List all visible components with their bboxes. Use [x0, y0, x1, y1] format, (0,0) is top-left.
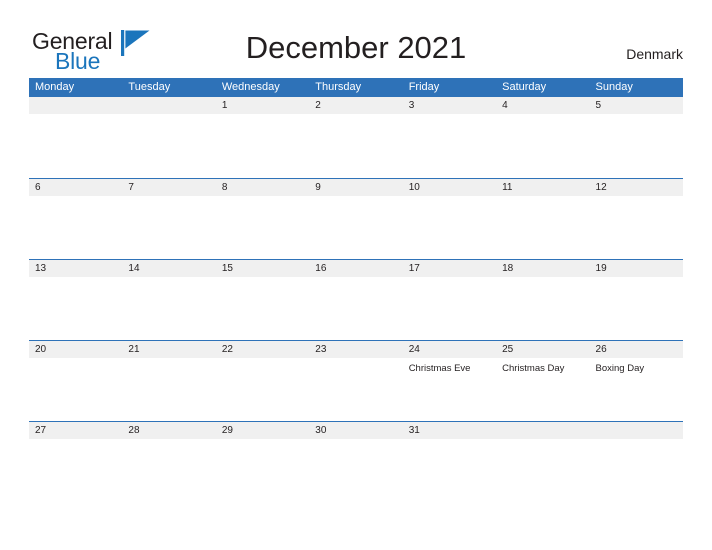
day-number[interactable]: 25	[496, 341, 589, 358]
day-event-text	[29, 196, 122, 259]
day-event-text	[122, 277, 215, 340]
weekday-header-saturday: Saturday	[502, 81, 547, 93]
day-event-christmas-day: Christmas Day	[502, 363, 565, 374]
day-number[interactable]	[496, 422, 589, 439]
calendar-week-row: 27 28 29 30 31	[29, 421, 683, 502]
weekday-header-sunday: Sunday	[595, 81, 633, 93]
day-event-text	[496, 439, 589, 502]
day-number[interactable]: 12	[590, 179, 683, 196]
week-event-strip	[29, 439, 683, 502]
day-number[interactable]: 8	[216, 179, 309, 196]
weekday-header-row: Monday Tuesday Wednesday Thursday Friday…	[29, 78, 683, 97]
day-number[interactable]: 14	[122, 260, 215, 277]
day-event-text	[590, 277, 683, 340]
blue-triangle-flag-icon	[121, 30, 151, 56]
week-event-strip: Christmas Eve Christmas Day Boxing Day	[29, 358, 683, 421]
page-title: December 2021	[245, 30, 467, 65]
day-event-text	[216, 114, 309, 177]
logo-text-blue: Blue	[55, 48, 101, 74]
day-event-text	[403, 196, 496, 259]
day-number[interactable]: 6	[29, 179, 122, 196]
day-event-text	[403, 277, 496, 340]
day-event-text	[216, 358, 309, 421]
week-event-strip	[29, 114, 683, 177]
day-number[interactable]: 16	[309, 260, 402, 277]
day-number[interactable]: 18	[496, 260, 589, 277]
day-number[interactable]: 1	[216, 97, 309, 114]
day-number[interactable]: 11	[496, 179, 589, 196]
day-number[interactable]: 31	[403, 422, 496, 439]
day-number[interactable]: 27	[29, 422, 122, 439]
day-number[interactable]: 30	[309, 422, 402, 439]
day-number[interactable]: 5	[590, 97, 683, 114]
calendar-week-row: 1 2 3 4 5	[29, 97, 683, 178]
day-event-text	[496, 196, 589, 259]
week-day-number-band: 20 21 22 23 24 25 26	[29, 340, 683, 358]
week-day-number-band: 27 28 29 30 31	[29, 421, 683, 439]
day-event-text	[309, 196, 402, 259]
week-event-strip	[29, 277, 683, 340]
day-event-text	[309, 439, 402, 502]
day-number[interactable]: 29	[216, 422, 309, 439]
weekday-header-friday: Friday	[408, 81, 440, 93]
day-event-text	[403, 114, 496, 177]
day-number[interactable]: 2	[309, 97, 402, 114]
day-number[interactable]: 3	[403, 97, 496, 114]
weekday-header-wednesday: Wednesday	[221, 81, 280, 93]
day-event-text	[122, 114, 215, 177]
week-event-strip	[29, 196, 683, 259]
page-header: General Blue December 2021 Denmark	[0, 0, 712, 78]
day-number[interactable]	[590, 422, 683, 439]
day-event-text	[309, 277, 402, 340]
weekday-header-monday: Monday	[35, 81, 75, 93]
day-number[interactable]	[29, 97, 122, 114]
week-day-number-band: 1 2 3 4 5	[29, 97, 683, 114]
day-event-text	[496, 277, 589, 340]
weekday-header-thursday: Thursday	[315, 81, 362, 93]
calendar-week-row: 13 14 15 16 17 18 19	[29, 259, 683, 340]
day-number[interactable]: 7	[122, 179, 215, 196]
day-number[interactable]: 15	[216, 260, 309, 277]
day-event-text	[29, 358, 122, 421]
day-event-text	[216, 439, 309, 502]
weekday-header-tuesday: Tuesday	[128, 81, 171, 93]
day-number[interactable]: 20	[29, 341, 122, 358]
day-event-text	[403, 439, 496, 502]
day-event-christmas-eve: Christmas Eve	[408, 363, 471, 374]
week-day-number-band: 6 7 8 9 10 11 12	[29, 178, 683, 196]
day-event-text	[590, 439, 683, 502]
day-number[interactable]: 13	[29, 260, 122, 277]
day-number[interactable]: 9	[309, 179, 402, 196]
day-number[interactable]: 10	[403, 179, 496, 196]
day-number[interactable]: 4	[496, 97, 589, 114]
day-event-text	[29, 439, 122, 502]
day-event-text	[29, 277, 122, 340]
day-event-text	[496, 114, 589, 177]
day-number[interactable]: 28	[122, 422, 215, 439]
day-number[interactable]	[122, 97, 215, 114]
day-event-boxing-day: Boxing Day	[595, 363, 645, 374]
calendar-week-row: 6 7 8 9 10 11 12	[29, 178, 683, 259]
day-event-text	[216, 196, 309, 259]
country-label: Denmark	[626, 46, 683, 62]
day-number[interactable]: 21	[122, 341, 215, 358]
day-event-text	[122, 439, 215, 502]
day-event-text	[29, 114, 122, 177]
day-event-text	[309, 358, 402, 421]
week-day-number-band: 13 14 15 16 17 18 19	[29, 259, 683, 277]
day-event-text	[590, 114, 683, 177]
day-event-text	[122, 196, 215, 259]
day-event-text	[122, 358, 215, 421]
day-number[interactable]: 19	[590, 260, 683, 277]
day-number[interactable]: 23	[309, 341, 402, 358]
day-event-text	[309, 114, 402, 177]
day-number[interactable]: 24	[403, 341, 496, 358]
calendar-week-row: 20 21 22 23 24 25 26 Christmas Eve Chris…	[29, 340, 683, 421]
day-event-text	[216, 277, 309, 340]
day-event-text	[590, 196, 683, 259]
day-number[interactable]: 22	[216, 341, 309, 358]
day-number[interactable]: 26	[590, 341, 683, 358]
calendar-table: Monday Tuesday Wednesday Thursday Friday…	[29, 78, 683, 502]
day-number[interactable]: 17	[403, 260, 496, 277]
